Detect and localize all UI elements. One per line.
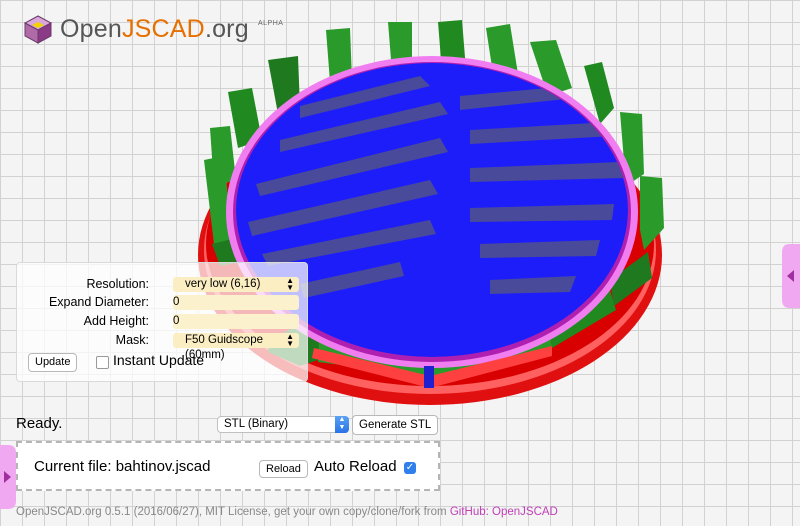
alpha-badge: ALPHA	[258, 20, 284, 27]
checkmark-icon: ✓	[405, 462, 415, 473]
panel-toggle-right[interactable]	[782, 244, 800, 308]
resolution-label: Resolution:	[86, 277, 149, 291]
resolution-value: very low (6,16)	[185, 278, 261, 290]
github-link[interactable]: GitHub: OpenJSCAD	[450, 506, 558, 518]
resolution-select[interactable]: very low (6,16) ▲ ▼	[173, 277, 299, 292]
instant-update-checkbox[interactable]	[96, 356, 109, 369]
chevron-updown-icon: ▲ ▼	[335, 416, 349, 433]
status-text: Ready.	[16, 415, 63, 432]
expand-diameter-input[interactable]: 0	[173, 295, 299, 310]
chevron-updown-icon: ▲ ▼	[286, 332, 294, 348]
chevron-updown-icon: ▲ ▼	[286, 276, 294, 292]
file-drop-zone[interactable]: Current file: bahtinov.jscad Reload Auto…	[16, 441, 440, 491]
param-row-add-height: Add Height: 0	[17, 314, 307, 330]
mask-label: Mask:	[115, 333, 149, 347]
param-row-resolution: Resolution: very low (6,16) ▲ ▼	[17, 277, 307, 293]
logo[interactable]: OpenJSCAD.org ALPHA	[22, 14, 283, 44]
param-row-mask: Mask: F50 Guidscope (60mm) ▲ ▼	[17, 332, 307, 361]
panel-toggle-left-icon	[0, 445, 16, 509]
current-file-label: Current file: bahtinov.jscad	[34, 458, 211, 475]
add-height-label: Add Height:	[83, 314, 149, 328]
update-button[interactable]: Update	[28, 353, 78, 372]
brand-name: OpenJSCAD.org	[60, 14, 249, 43]
format-select-value: STL (Binary)	[224, 418, 289, 430]
auto-reload-checkbox[interactable]: ✓	[404, 462, 416, 474]
param-row-expand-diameter: Expand Diameter: 0	[17, 295, 307, 311]
panel-toggle-left[interactable]	[0, 445, 16, 509]
expand-diameter-label: Expand Diameter:	[48, 295, 149, 309]
logo-cube-icon	[23, 15, 53, 44]
parameters-panel: Resolution: very low (6,16) ▲ ▼ Expand Di…	[16, 262, 308, 382]
format-select[interactable]: STL (Binary) ▲ ▼	[217, 416, 349, 433]
panel-toggle-right-icon	[782, 244, 800, 308]
auto-reload-label: Auto Reload	[314, 458, 397, 475]
footer: OpenJSCAD.org 0.5.1 (2016/06/27), MIT Li…	[16, 506, 558, 518]
generate-stl-button[interactable]: Generate STL	[352, 415, 439, 435]
instant-update-label: Instant Update	[113, 352, 205, 368]
footer-text: OpenJSCAD.org 0.5.1 (2016/06/27), MIT Li…	[16, 506, 447, 518]
mask-select[interactable]: F50 Guidscope (60mm) ▲ ▼	[173, 332, 299, 361]
reload-button[interactable]: Reload	[259, 460, 308, 478]
add-height-input[interactable]: 0	[173, 314, 299, 329]
